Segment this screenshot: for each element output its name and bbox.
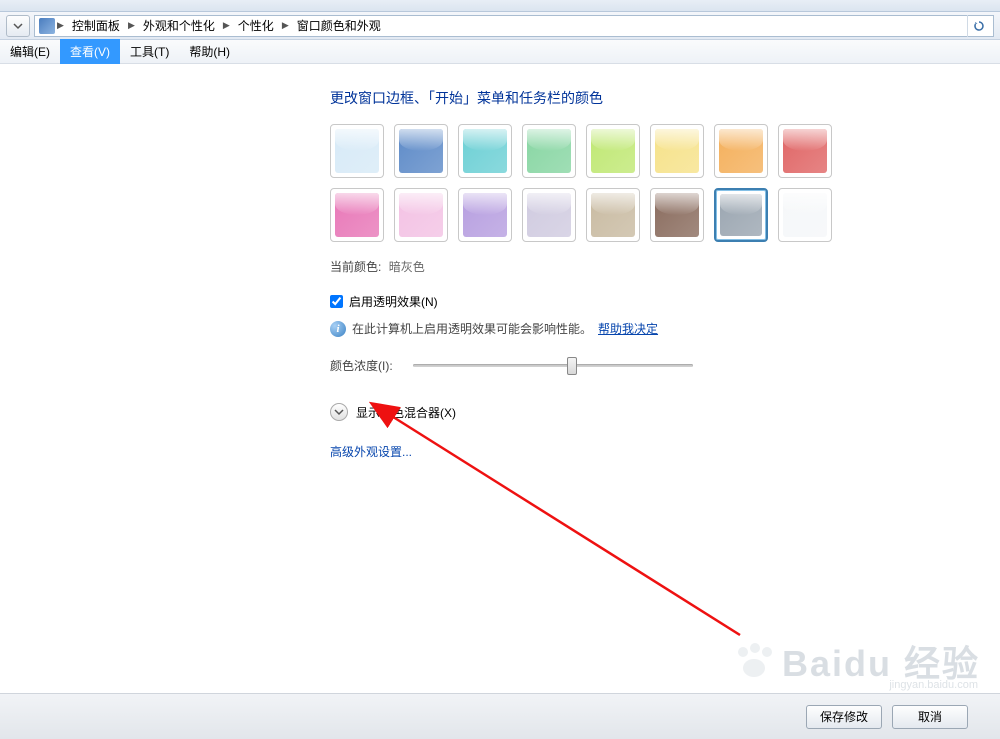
menu-tools[interactable]: 工具(T) bbox=[120, 39, 179, 64]
color-mixer-expander[interactable]: 显示颜色混合器(X) bbox=[330, 403, 1000, 421]
current-color-row: 当前颜色: 暗灰色 bbox=[330, 258, 1000, 275]
transparency-row: 启用透明效果(N) bbox=[330, 293, 1000, 310]
address-bar: ▶ 控制面板 ▶ 外观和个性化 ▶ 个性化 ▶ 窗口颜色和外观 bbox=[0, 12, 1000, 40]
paw-icon bbox=[734, 647, 774, 687]
info-row: i 在此计算机上启用透明效果可能会影响性能。 帮助我决定 bbox=[330, 320, 1000, 337]
intensity-slider[interactable] bbox=[413, 355, 693, 375]
chevron-right-icon: ▶ bbox=[128, 20, 135, 31]
info-text: 在此计算机上启用透明效果可能会影响性能。 bbox=[352, 320, 592, 337]
control-panel-icon bbox=[39, 18, 55, 34]
swatch-frost[interactable] bbox=[778, 188, 832, 242]
swatch-sky[interactable] bbox=[330, 124, 384, 178]
intensity-row: 颜色浓度(I): bbox=[330, 355, 1000, 375]
chevron-down-icon bbox=[330, 403, 348, 421]
swatch-taupe[interactable] bbox=[586, 188, 640, 242]
breadcrumb-item-control-panel[interactable]: 控制面板 bbox=[66, 17, 126, 34]
save-button[interactable]: 保存修改 bbox=[806, 705, 882, 729]
swatch-lavender[interactable] bbox=[522, 188, 576, 242]
swatch-slate[interactable] bbox=[714, 188, 768, 242]
swatch-blue[interactable] bbox=[394, 124, 448, 178]
menu-view[interactable]: 查看(V) bbox=[60, 39, 120, 64]
swatch-magenta[interactable] bbox=[330, 188, 384, 242]
swatch-purple[interactable] bbox=[458, 188, 512, 242]
page-title: 更改窗口边框、「开始」菜单和任务栏的颜色 bbox=[330, 88, 1000, 108]
breadcrumb-item-appearance[interactable]: 外观和个性化 bbox=[137, 17, 221, 34]
refresh-button[interactable] bbox=[967, 15, 989, 37]
swatch-lime[interactable] bbox=[586, 124, 640, 178]
breadcrumb: ▶ 控制面板 ▶ 外观和个性化 ▶ 个性化 ▶ 窗口颜色和外观 bbox=[34, 15, 994, 37]
menu-bar: 编辑(E) 查看(V) 工具(T) 帮助(H) bbox=[0, 40, 1000, 64]
watermark-url: jingyan.baidu.com bbox=[889, 679, 978, 691]
chevron-right-icon: ▶ bbox=[282, 20, 289, 31]
chevron-right-icon: ▶ bbox=[57, 20, 64, 31]
footer: 保存修改 取消 bbox=[0, 693, 1000, 739]
cancel-button[interactable]: 取消 bbox=[892, 705, 968, 729]
intensity-label: 颜色浓度(I): bbox=[330, 357, 393, 374]
color-swatches bbox=[330, 124, 1000, 242]
swatch-brown[interactable] bbox=[650, 188, 704, 242]
current-color-value: 暗灰色 bbox=[389, 260, 425, 274]
help-me-decide-link[interactable]: 帮助我决定 bbox=[598, 320, 658, 337]
swatch-green[interactable] bbox=[522, 124, 576, 178]
slider-track bbox=[413, 364, 693, 367]
advanced-appearance-link[interactable]: 高级外观设置... bbox=[330, 443, 412, 460]
breadcrumb-item-personalization[interactable]: 个性化 bbox=[232, 17, 280, 34]
transparency-label[interactable]: 启用透明效果(N) bbox=[349, 293, 438, 310]
breadcrumb-item-window-color[interactable]: 窗口颜色和外观 bbox=[291, 17, 387, 34]
swatch-red[interactable] bbox=[778, 124, 832, 178]
info-icon: i bbox=[330, 321, 346, 337]
swatch-teal[interactable] bbox=[458, 124, 512, 178]
menu-edit[interactable]: 编辑(E) bbox=[0, 39, 60, 64]
expander-label: 显示颜色混合器(X) bbox=[356, 404, 456, 421]
nav-back-dropdown[interactable] bbox=[6, 15, 30, 37]
slider-thumb[interactable] bbox=[567, 357, 577, 375]
refresh-icon bbox=[973, 20, 985, 32]
dropdown-icon bbox=[13, 21, 23, 31]
swatch-orange[interactable] bbox=[714, 124, 768, 178]
main-content: 更改窗口边框、「开始」菜单和任务栏的颜色 当前颜色: 暗灰色 启用透明效果(N)… bbox=[0, 64, 1000, 674]
swatch-yellow[interactable] bbox=[650, 124, 704, 178]
current-color-label: 当前颜色: bbox=[330, 260, 381, 274]
chevron-right-icon: ▶ bbox=[223, 20, 230, 31]
titlebar-top bbox=[0, 0, 1000, 12]
menu-help[interactable]: 帮助(H) bbox=[179, 39, 240, 64]
swatch-pink[interactable] bbox=[394, 188, 448, 242]
transparency-checkbox[interactable] bbox=[330, 295, 343, 308]
